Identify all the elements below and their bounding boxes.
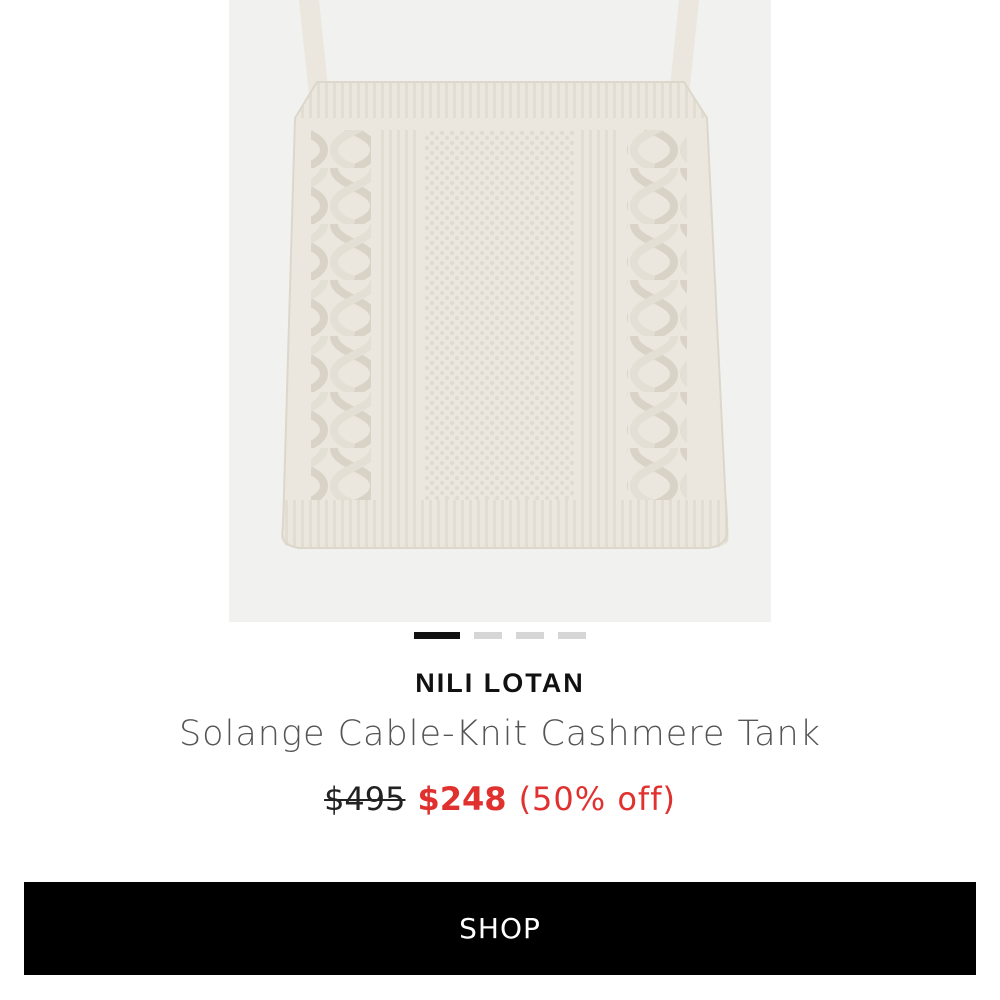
carousel-indicator bbox=[0, 632, 1000, 639]
carousel-dot-3[interactable] bbox=[516, 632, 544, 639]
sale-price: $248 bbox=[417, 780, 507, 818]
carousel-dot-1[interactable] bbox=[414, 632, 460, 639]
shop-button[interactable]: SHOP bbox=[24, 882, 976, 975]
tank-top-illustration bbox=[281, 0, 729, 549]
product-image[interactable] bbox=[229, 0, 771, 622]
original-price: $495 bbox=[324, 780, 406, 818]
brand-name[interactable]: NILI LOTAN bbox=[0, 668, 1000, 699]
price-row: $495 $248 (50% off) bbox=[0, 780, 1000, 818]
discount-label: (50% off) bbox=[518, 780, 676, 818]
carousel-dot-2[interactable] bbox=[474, 632, 502, 639]
product-title[interactable]: Solange Cable-Knit Cashmere Tank bbox=[0, 714, 1000, 754]
carousel-dot-4[interactable] bbox=[558, 632, 586, 639]
